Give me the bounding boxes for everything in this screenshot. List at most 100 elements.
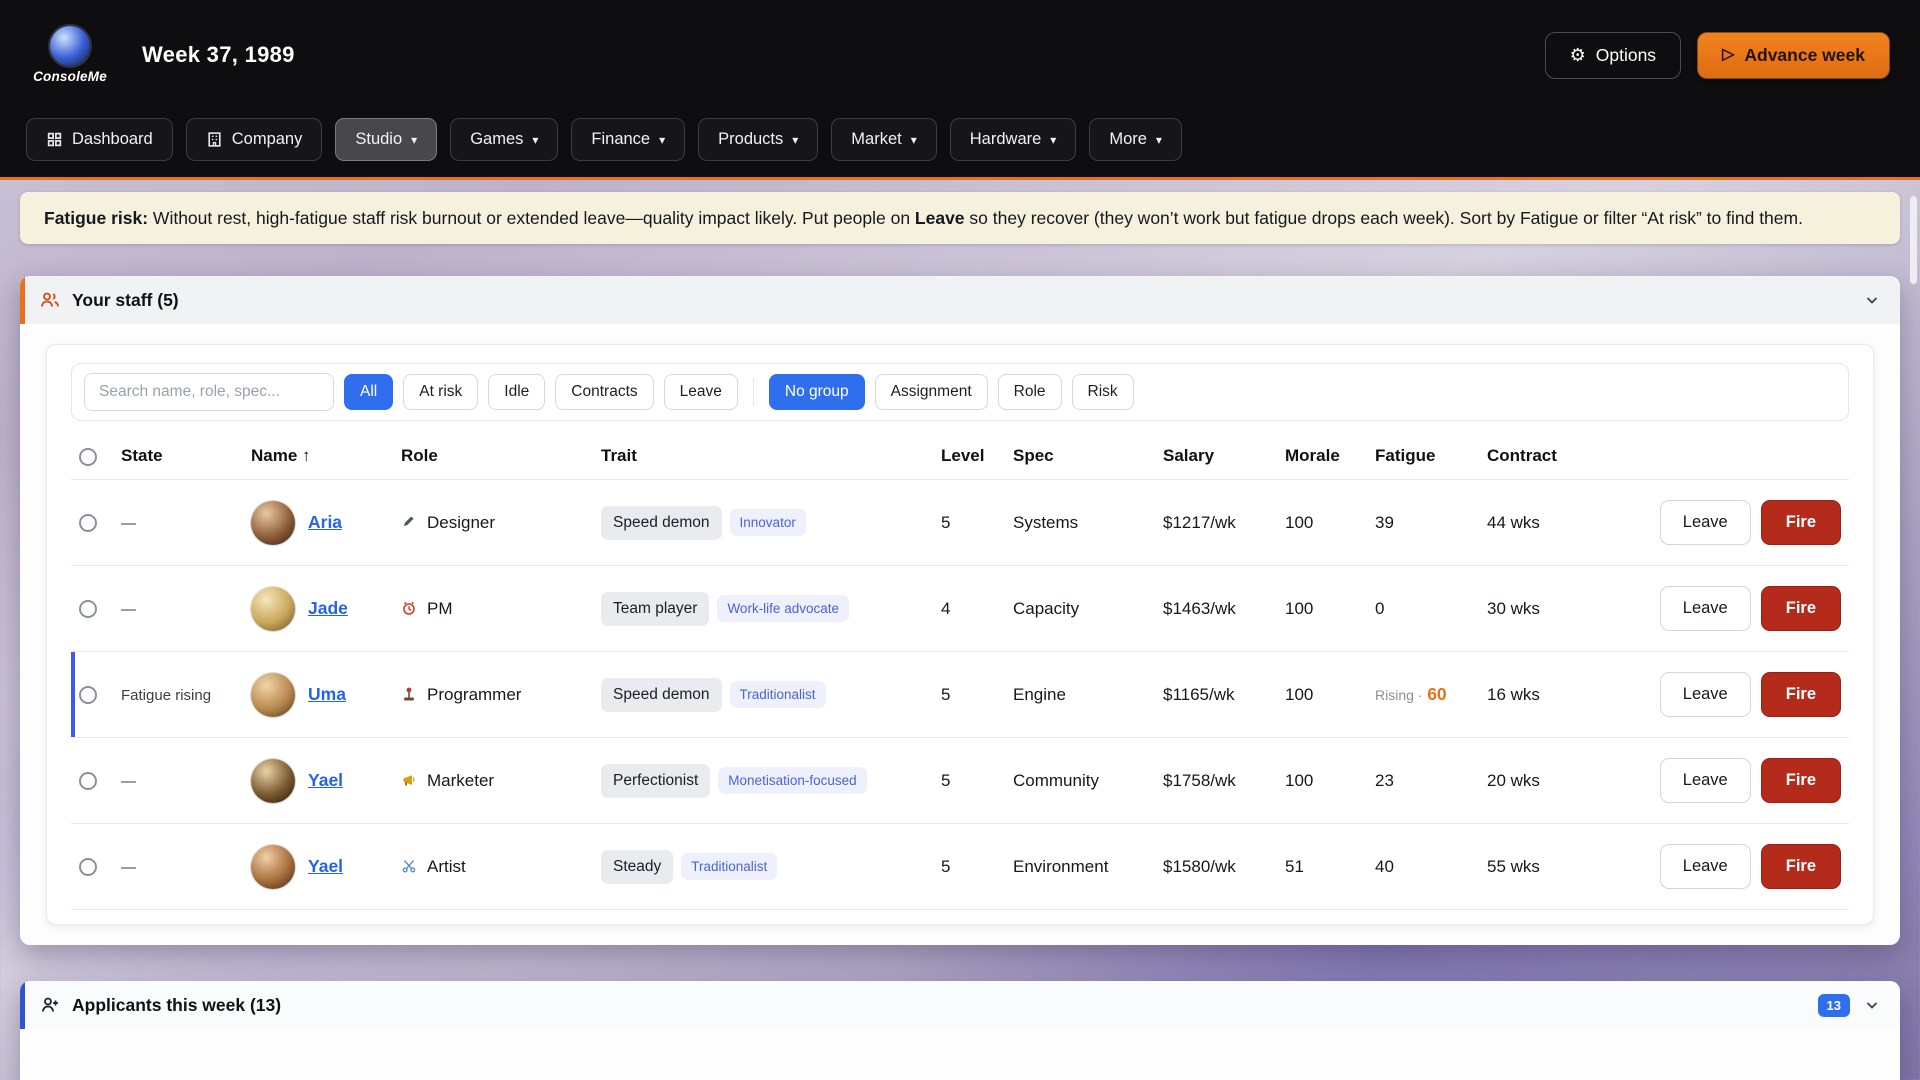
fatigue-value: 0 <box>1367 566 1479 652</box>
col-name[interactable]: Name ↑ <box>243 431 393 480</box>
caret-down-icon: ▾ <box>659 133 665 147</box>
col-spec[interactable]: Spec <box>1005 431 1155 480</box>
staff-name-link[interactable]: Aria <box>308 512 342 533</box>
fire-button[interactable]: Fire <box>1761 844 1841 889</box>
col-salary[interactable]: Salary <box>1155 431 1277 480</box>
level-value: 5 <box>933 480 1005 566</box>
select-all-checkbox[interactable] <box>79 448 97 466</box>
logo-mascot-icon <box>50 26 90 66</box>
salary-value: $1217/wk <box>1155 480 1277 566</box>
col-actions <box>1599 431 1849 480</box>
megaphone-icon <box>401 772 418 789</box>
col-morale[interactable]: Morale <box>1277 431 1367 480</box>
morale-value: 100 <box>1277 566 1367 652</box>
role-label: Programmer <box>427 685 521 705</box>
contract-value: 30 wks <box>1479 566 1599 652</box>
leave-button[interactable]: Leave <box>1660 672 1751 717</box>
trait-secondary: Work-life advocate <box>717 595 849 622</box>
nav-finance[interactable]: Finance ▾ <box>571 118 685 161</box>
salary-value: $1463/wk <box>1155 566 1277 652</box>
nav-hardware[interactable]: Hardware ▾ <box>950 118 1077 161</box>
row-checkbox[interactable] <box>79 686 97 704</box>
filter-leave[interactable]: Leave <box>664 374 738 410</box>
banner-text-1: Without rest, high-fatigue staff risk bu… <box>148 208 915 228</box>
trait-primary: Speed demon <box>601 678 722 712</box>
search-input[interactable] <box>84 373 334 411</box>
fire-button[interactable]: Fire <box>1761 758 1841 803</box>
fire-button[interactable]: Fire <box>1761 500 1841 545</box>
nav-label: More <box>1109 130 1147 149</box>
nav-label: Games <box>470 130 523 149</box>
col-role[interactable]: Role <box>393 431 593 480</box>
morale-value: 100 <box>1277 738 1367 824</box>
row-checkbox[interactable] <box>79 858 97 876</box>
row-checkbox[interactable] <box>79 772 97 790</box>
logo-text: ConsoleMe <box>33 69 107 84</box>
leave-button[interactable]: Leave <box>1660 758 1751 803</box>
filter-at-risk[interactable]: At risk <box>403 374 478 410</box>
chevron-down-icon[interactable] <box>1864 292 1880 308</box>
staff-name-link[interactable]: Yael <box>308 856 343 877</box>
level-value: 5 <box>933 652 1005 738</box>
fatigue-risk-banner: Fatigue risk: Without rest, high-fatigue… <box>20 192 1900 244</box>
nav-company[interactable]: Company <box>186 118 323 161</box>
staff-table: State Name ↑ Role Trait Level Spec Salar… <box>71 431 1849 910</box>
fire-button[interactable]: Fire <box>1761 586 1841 631</box>
col-state[interactable]: State <box>113 431 243 480</box>
nav-label: Dashboard <box>72 130 153 149</box>
alarm-clock-icon <box>401 600 418 617</box>
table-row: — Aria Designer <box>71 480 1849 566</box>
staff-card: All At risk Idle Contracts Leave No grou… <box>46 344 1874 925</box>
nav-more[interactable]: More ▾ <box>1089 118 1182 161</box>
nav-dashboard[interactable]: Dashboard <box>26 118 173 161</box>
state-value: — <box>121 601 136 618</box>
advance-week-button[interactable]: ▷ Advance week <box>1697 32 1890 79</box>
fire-button[interactable]: Fire <box>1761 672 1841 717</box>
options-button[interactable]: ⚙ Options <box>1545 32 1681 79</box>
contract-value: 16 wks <box>1479 652 1599 738</box>
group-assignment[interactable]: Assignment <box>875 374 988 410</box>
caret-down-icon: ▾ <box>1156 133 1162 147</box>
nav-studio[interactable]: Studio ▾ <box>335 118 437 161</box>
staff-name-link[interactable]: Jade <box>308 598 348 619</box>
chevron-down-icon[interactable] <box>1864 997 1880 1013</box>
grid-icon <box>46 131 63 148</box>
filter-idle[interactable]: Idle <box>488 374 545 410</box>
spec-value: Environment <box>1005 824 1155 910</box>
table-header-row: State Name ↑ Role Trait Level Spec Salar… <box>71 431 1849 480</box>
building-icon <box>206 131 223 148</box>
group-role[interactable]: Role <box>998 374 1062 410</box>
scrollbar-thumb[interactable] <box>1910 196 1917 284</box>
pen-icon <box>401 514 418 531</box>
staff-name-link[interactable]: Uma <box>308 684 346 705</box>
group-risk[interactable]: Risk <box>1072 374 1134 410</box>
fatigue-value: 23 <box>1367 738 1479 824</box>
row-checkbox[interactable] <box>79 600 97 618</box>
col-level[interactable]: Level <box>933 431 1005 480</box>
fatigue-value: Rising · 60 <box>1367 652 1479 738</box>
col-contract[interactable]: Contract <box>1479 431 1599 480</box>
staff-section: Your staff (5) All At risk Idle Contract… <box>20 276 1900 945</box>
app-logo[interactable]: ConsoleMe <box>30 26 110 84</box>
group-no-group[interactable]: No group <box>769 374 865 410</box>
filter-all[interactable]: All <box>344 374 393 410</box>
staff-name-link[interactable]: Yael <box>308 770 343 791</box>
nav-market[interactable]: Market ▾ <box>831 118 936 161</box>
leave-button[interactable]: Leave <box>1660 500 1751 545</box>
advance-week-label: Advance week <box>1744 45 1865 66</box>
toolbar-divider <box>753 379 754 405</box>
staff-section-header[interactable]: Your staff (5) <box>20 276 1900 324</box>
nav-games[interactable]: Games ▾ <box>450 118 558 161</box>
nav-products[interactable]: Products ▾ <box>698 118 818 161</box>
state-value: — <box>121 515 136 532</box>
options-label: Options <box>1596 45 1656 66</box>
col-fatigue[interactable]: Fatigue <box>1367 431 1479 480</box>
applicants-section-header[interactable]: Applicants this week (13) 13 <box>20 981 1900 1029</box>
table-row: — Yael Artist <box>71 824 1849 910</box>
col-trait[interactable]: Trait <box>593 431 933 480</box>
row-checkbox[interactable] <box>79 514 97 532</box>
filter-contracts[interactable]: Contracts <box>555 374 653 410</box>
leave-button[interactable]: Leave <box>1660 844 1751 889</box>
leave-button[interactable]: Leave <box>1660 586 1751 631</box>
fatigue-rising-label: Rising · <box>1375 687 1422 703</box>
